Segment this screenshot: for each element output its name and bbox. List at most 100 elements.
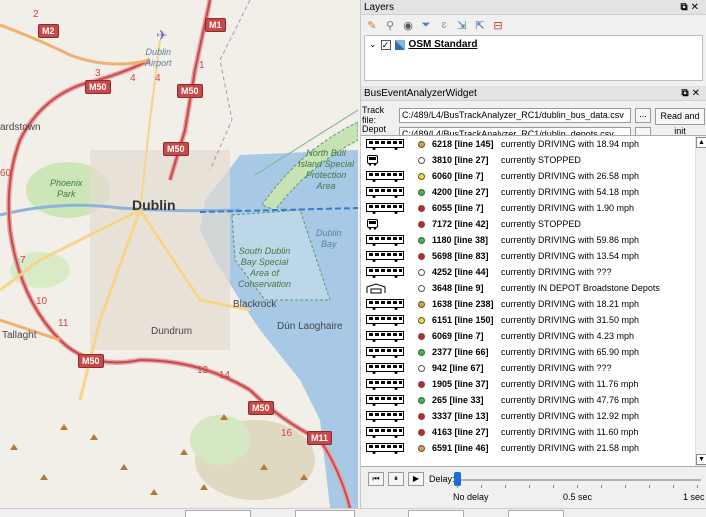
add-group-icon[interactable]: ⚲ [383,18,397,32]
status-dot [418,444,425,452]
bus-status: currently DRIVING with 65.90 mph [501,347,640,357]
track-file-label: Track file: [362,105,385,125]
event-row[interactable]: 1180 [line 38] currently DRIVING with 59.… [361,232,706,248]
rewind-button[interactable]: ⏮ [368,472,384,486]
float-icon[interactable]: ⧉ [681,88,691,99]
close-icon[interactable]: ✕ [692,88,703,99]
bus-icon [366,186,404,198]
bus-id: 6591 [line 46] [432,443,489,453]
bus-id: 942 [line 67] [432,363,484,373]
bus-id: 4252 [line 44] [432,267,489,277]
dock-buttons: ⧉✕ [680,0,702,15]
slider-tick [529,485,530,488]
bus-status: currently DRIVING with 4.23 mph [501,331,635,341]
scale-field[interactable] [295,510,355,517]
scroll-down-icon[interactable]: ▼ [696,454,706,465]
event-row[interactable]: 4252 [line 44] currently DRIVING with ??? [361,264,706,280]
event-row[interactable]: 6055 [line 7] currently DRIVING with 1.90… [361,200,706,216]
bus-icon [366,298,404,310]
event-row[interactable]: 6060 [line 7] currently DRIVING with 26.5… [361,168,706,184]
map-label-tallaght: Tallaght [2,330,37,341]
event-row[interactable]: 1905 [line 37] currently DRIVING with 11.… [361,376,706,392]
event-row[interactable]: 6069 [line 7] currently DRIVING with 4.23… [361,328,706,344]
scrollbar[interactable]: ▲ ▼ [695,136,706,466]
float-icon[interactable]: ⧉ [680,2,690,13]
track-browse-button[interactable]: ... [635,107,651,123]
event-row[interactable]: 265 [line 33] currently DRIVING with 47.7… [361,392,706,408]
bus-id: 6151 [line 150] [432,315,494,325]
status-dot [418,140,425,148]
style-icon[interactable]: ✎ [365,18,379,32]
manage-map-themes-icon[interactable]: ◉ [401,18,415,32]
bus-id: 3337 [line 13] [432,411,489,421]
layers-tree: ⌄ ✓ OSM Standard [364,35,703,81]
status-dot [418,204,425,212]
pause-button[interactable]: ⏸ [388,472,404,486]
chevron-down-icon[interactable]: ⌄ [369,39,377,50]
slider-tick [625,485,626,488]
bus-id: 5698 [line 83] [432,251,489,261]
layers-dock-title: Layers ⧉✕ [361,0,706,15]
event-row[interactable]: 2377 [line 66] currently DRIVING with 65.… [361,344,706,360]
read-and-init-button[interactable]: Read and init [655,108,705,136]
map-shield: M11 [307,431,333,445]
tick-label-one: 1 sec [683,492,705,502]
play-button[interactable]: ▶ [408,472,424,486]
bus-icon [366,234,404,246]
status-dot [418,332,425,340]
slider-tick [505,485,506,488]
bus-status: currently DRIVING with ??? [501,363,612,373]
rotation-field[interactable] [508,510,564,517]
depot-icon [366,282,404,294]
map-road-number: 16 [281,428,293,439]
event-row[interactable]: 3648 [line 9] currently IN DEPOT Broadsto… [361,280,706,296]
status-dot [418,172,425,180]
slider-tick [697,485,698,488]
close-icon[interactable]: ✕ [691,2,702,13]
filter-legend-icon[interactable]: ɛ [437,18,451,32]
event-row[interactable]: 7172 [line 42] currently STOPPED [361,216,706,232]
event-row[interactable]: 6591 [line 46] currently DRIVING with 21.… [361,440,706,456]
event-row[interactable]: 942 [line 67] currently DRIVING with ??? [361,360,706,376]
collapse-all-icon[interactable]: ⇱ [473,18,487,32]
event-row[interactable]: 3810 [line 27] currently STOPPED [361,152,706,168]
track-file-input[interactable]: C:/489/L4/BusTrackAnalyzer_RC1/dublin_bu… [399,107,631,123]
bus-status: currently DRIVING with ??? [501,267,612,277]
delay-slider-track[interactable] [457,479,701,481]
event-row[interactable]: 4163 [line 27] currently DRIVING with 11.… [361,424,706,440]
remove-layer-icon[interactable]: ⊟ [491,18,505,32]
map-label-dublin: Dublin [132,197,176,213]
map-label-ardstown: ardstown [0,122,41,133]
coordinate-field[interactable] [185,510,251,517]
event-row[interactable]: 5698 [line 83] currently DRIVING with 13.… [361,248,706,264]
bus-id: 6218 [line 145] [432,139,494,149]
layer-row-osm[interactable]: ⌄ ✓ OSM Standard [369,39,698,50]
event-rows: 6218 [line 145] currently DRIVING with 18… [361,136,706,456]
bus-status: currently DRIVING with 1.90 mph [501,203,635,213]
event-row[interactable]: 3337 [line 13] currently DRIVING with 12.… [361,408,706,424]
bus-event-list[interactable]: 6218 [line 145] currently DRIVING with 18… [361,135,706,467]
event-row[interactable]: 6151 [line 150] currently DRIVING with 31… [361,312,706,328]
bus-status: currently STOPPED [501,219,581,229]
filter-icon[interactable]: ⏷ [419,18,433,32]
layers-title: Layers [364,2,395,13]
bus-icon [366,410,404,422]
magnifier-field[interactable] [408,510,464,517]
event-row[interactable]: 6218 [line 145] currently DRIVING with 18… [361,136,706,152]
event-row[interactable]: 1638 [line 238] currently DRIVING with 18… [361,296,706,312]
bus-id: 1905 [line 37] [432,379,489,389]
map-canvas[interactable]: ✈ M2 M1 M50 M50 M50 M50 M50 M11 Dublin A… [0,0,358,508]
event-row[interactable]: 4200 [line 27] currently DRIVING with 54.… [361,184,706,200]
map-label-south-bay: South Dublin Bay Special Area of Conserv… [238,246,292,289]
status-dot [418,252,425,260]
status-dot [418,236,425,244]
bus-icon [366,394,404,406]
status-dot [418,188,425,196]
layer-checkbox[interactable]: ✓ [380,39,391,50]
status-dot [418,156,425,164]
bus-status: currently IN DEPOT Broadstone Depots [501,283,660,293]
delay-slider-handle[interactable] [454,472,461,486]
expand-all-icon[interactable]: ⇲ [455,18,469,32]
status-dot [418,348,425,356]
scroll-up-icon[interactable]: ▲ [696,137,706,148]
